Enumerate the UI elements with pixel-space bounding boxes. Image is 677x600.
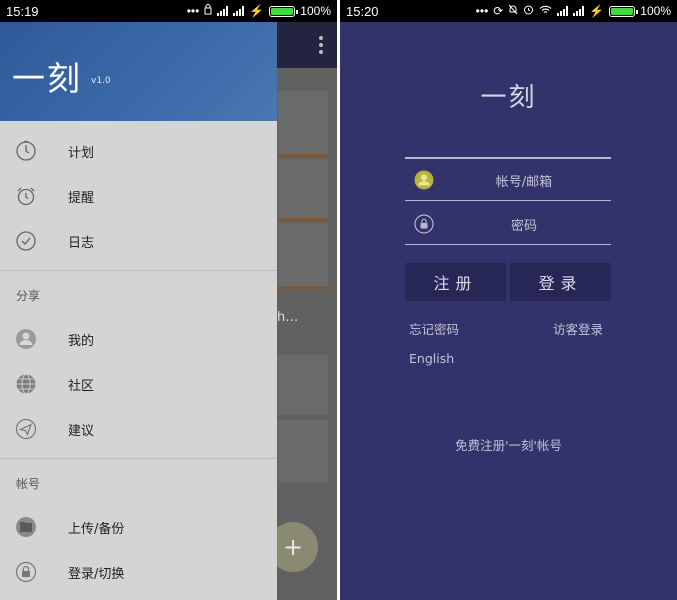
charging-icon: ⚡ [249,4,265,18]
free-register-link[interactable]: 免费注册'一刻'帐号 [340,435,677,454]
alarm-status-icon [523,4,534,18]
more-notifications-icon: ••• [186,4,200,18]
battery-icon [609,5,639,17]
background-card [278,223,328,289]
password-field[interactable]: 密码 [405,203,611,245]
status-bar: 15:20 ••• ⟳ ⚡ 100% [340,0,677,22]
drawer-header: 一刻 v1.0 [0,22,277,121]
battery-percent: 100% [300,4,331,18]
login-button[interactable]: 登录 [510,263,611,301]
user-icon [414,170,434,190]
battery-icon [269,5,299,17]
drawer-item-label: 我的 [68,333,95,349]
drawer-item-mine[interactable]: 我的 [0,317,277,361]
status-time: 15:19 [6,3,39,19]
background-card [278,91,328,157]
drawer-item-label: 上传/备份 [68,521,125,537]
check-circle-icon [15,230,37,252]
guest-login-link[interactable]: 访客登录 [553,319,603,338]
account-placeholder: 帐号/邮箱 [495,175,553,190]
screenshot-root: 15:19 ••• ⚡ 100% h… + 一刻 v1.0 计划 提醒 日志 分… [0,0,677,600]
app-title: 一刻 [12,59,82,98]
language-link[interactable]: English [409,351,454,366]
charging-icon: ⚡ [589,4,605,18]
section-header-account: 帐号 [16,477,41,491]
drawer-item-suggestion[interactable]: 建议 [0,407,277,451]
battery-percent: 100% [640,4,671,18]
background-card [278,355,328,415]
user-icon [15,328,37,350]
battery-fill [271,7,294,15]
login-app-title: 一刻 [480,83,537,113]
lock-status-icon [204,4,212,18]
signal-icon [557,6,569,16]
drawer-item-label: 计划 [68,145,95,161]
drawer-divider [0,270,277,271]
signal-icon-2 [233,6,245,16]
status-bar: 15:19 ••• ⚡ 100% [0,0,337,22]
signal-icon-2 [573,6,585,16]
phone-navigation-drawer: 15:19 ••• ⚡ 100% h… + 一刻 v1.0 计划 提醒 日志 分… [0,0,337,600]
timer-icon [15,140,37,162]
alarm-clock-icon [15,185,37,207]
drawer-item-label: 社区 [68,378,95,394]
background-truncated-text: h… [277,310,299,325]
drawer-item-log[interactable]: 日志 [0,219,277,263]
sync-icon: ⟳ [493,4,504,18]
drawer-item-community[interactable]: 社区 [0,362,277,406]
send-icon [15,418,37,440]
lock-icon [15,561,37,583]
drawer-divider [0,458,277,459]
status-time: 15:20 [346,3,379,19]
drawer-item-plan[interactable]: 计划 [0,129,277,173]
globe-icon [15,373,37,395]
drawer-item-label: 建议 [68,423,95,439]
register-button[interactable]: 注册 [405,263,506,301]
account-field[interactable]: 帐号/邮箱 [405,159,611,201]
signal-icon [217,6,229,16]
wifi-icon [539,4,552,18]
drawer-item-reminder[interactable]: 提醒 [0,174,277,218]
drawer-item-login-switch[interactable]: 登录/切换 [0,550,277,594]
lock-icon [414,214,434,234]
drawer-item-label: 日志 [68,235,95,251]
overflow-menu-icon[interactable] [319,36,323,54]
folder-icon [15,516,37,538]
navigation-drawer: 一刻 v1.0 计划 提醒 日志 分享 我的 社区 建议 帐号 上传/备份 登录… [0,22,277,600]
password-placeholder: 密码 [510,219,537,234]
drawer-item-label: 提醒 [68,190,95,206]
phone-login-screen: 15:20 ••• ⟳ ⚡ 100% 一刻 帐号/邮箱 密码 注册 登录 忘记密… [340,0,677,600]
mute-icon [508,4,518,18]
drawer-item-upload-backup[interactable]: 上传/备份 [0,505,277,549]
background-card [278,159,328,221]
drawer-item-label: 登录/切换 [68,566,125,582]
section-header-share: 分享 [16,289,41,303]
more-notifications-icon: ••• [475,4,489,18]
app-version: v1.0 [91,76,111,86]
background-card [278,420,328,482]
battery-fill [611,7,634,15]
forgot-password-link[interactable]: 忘记密码 [409,319,459,338]
